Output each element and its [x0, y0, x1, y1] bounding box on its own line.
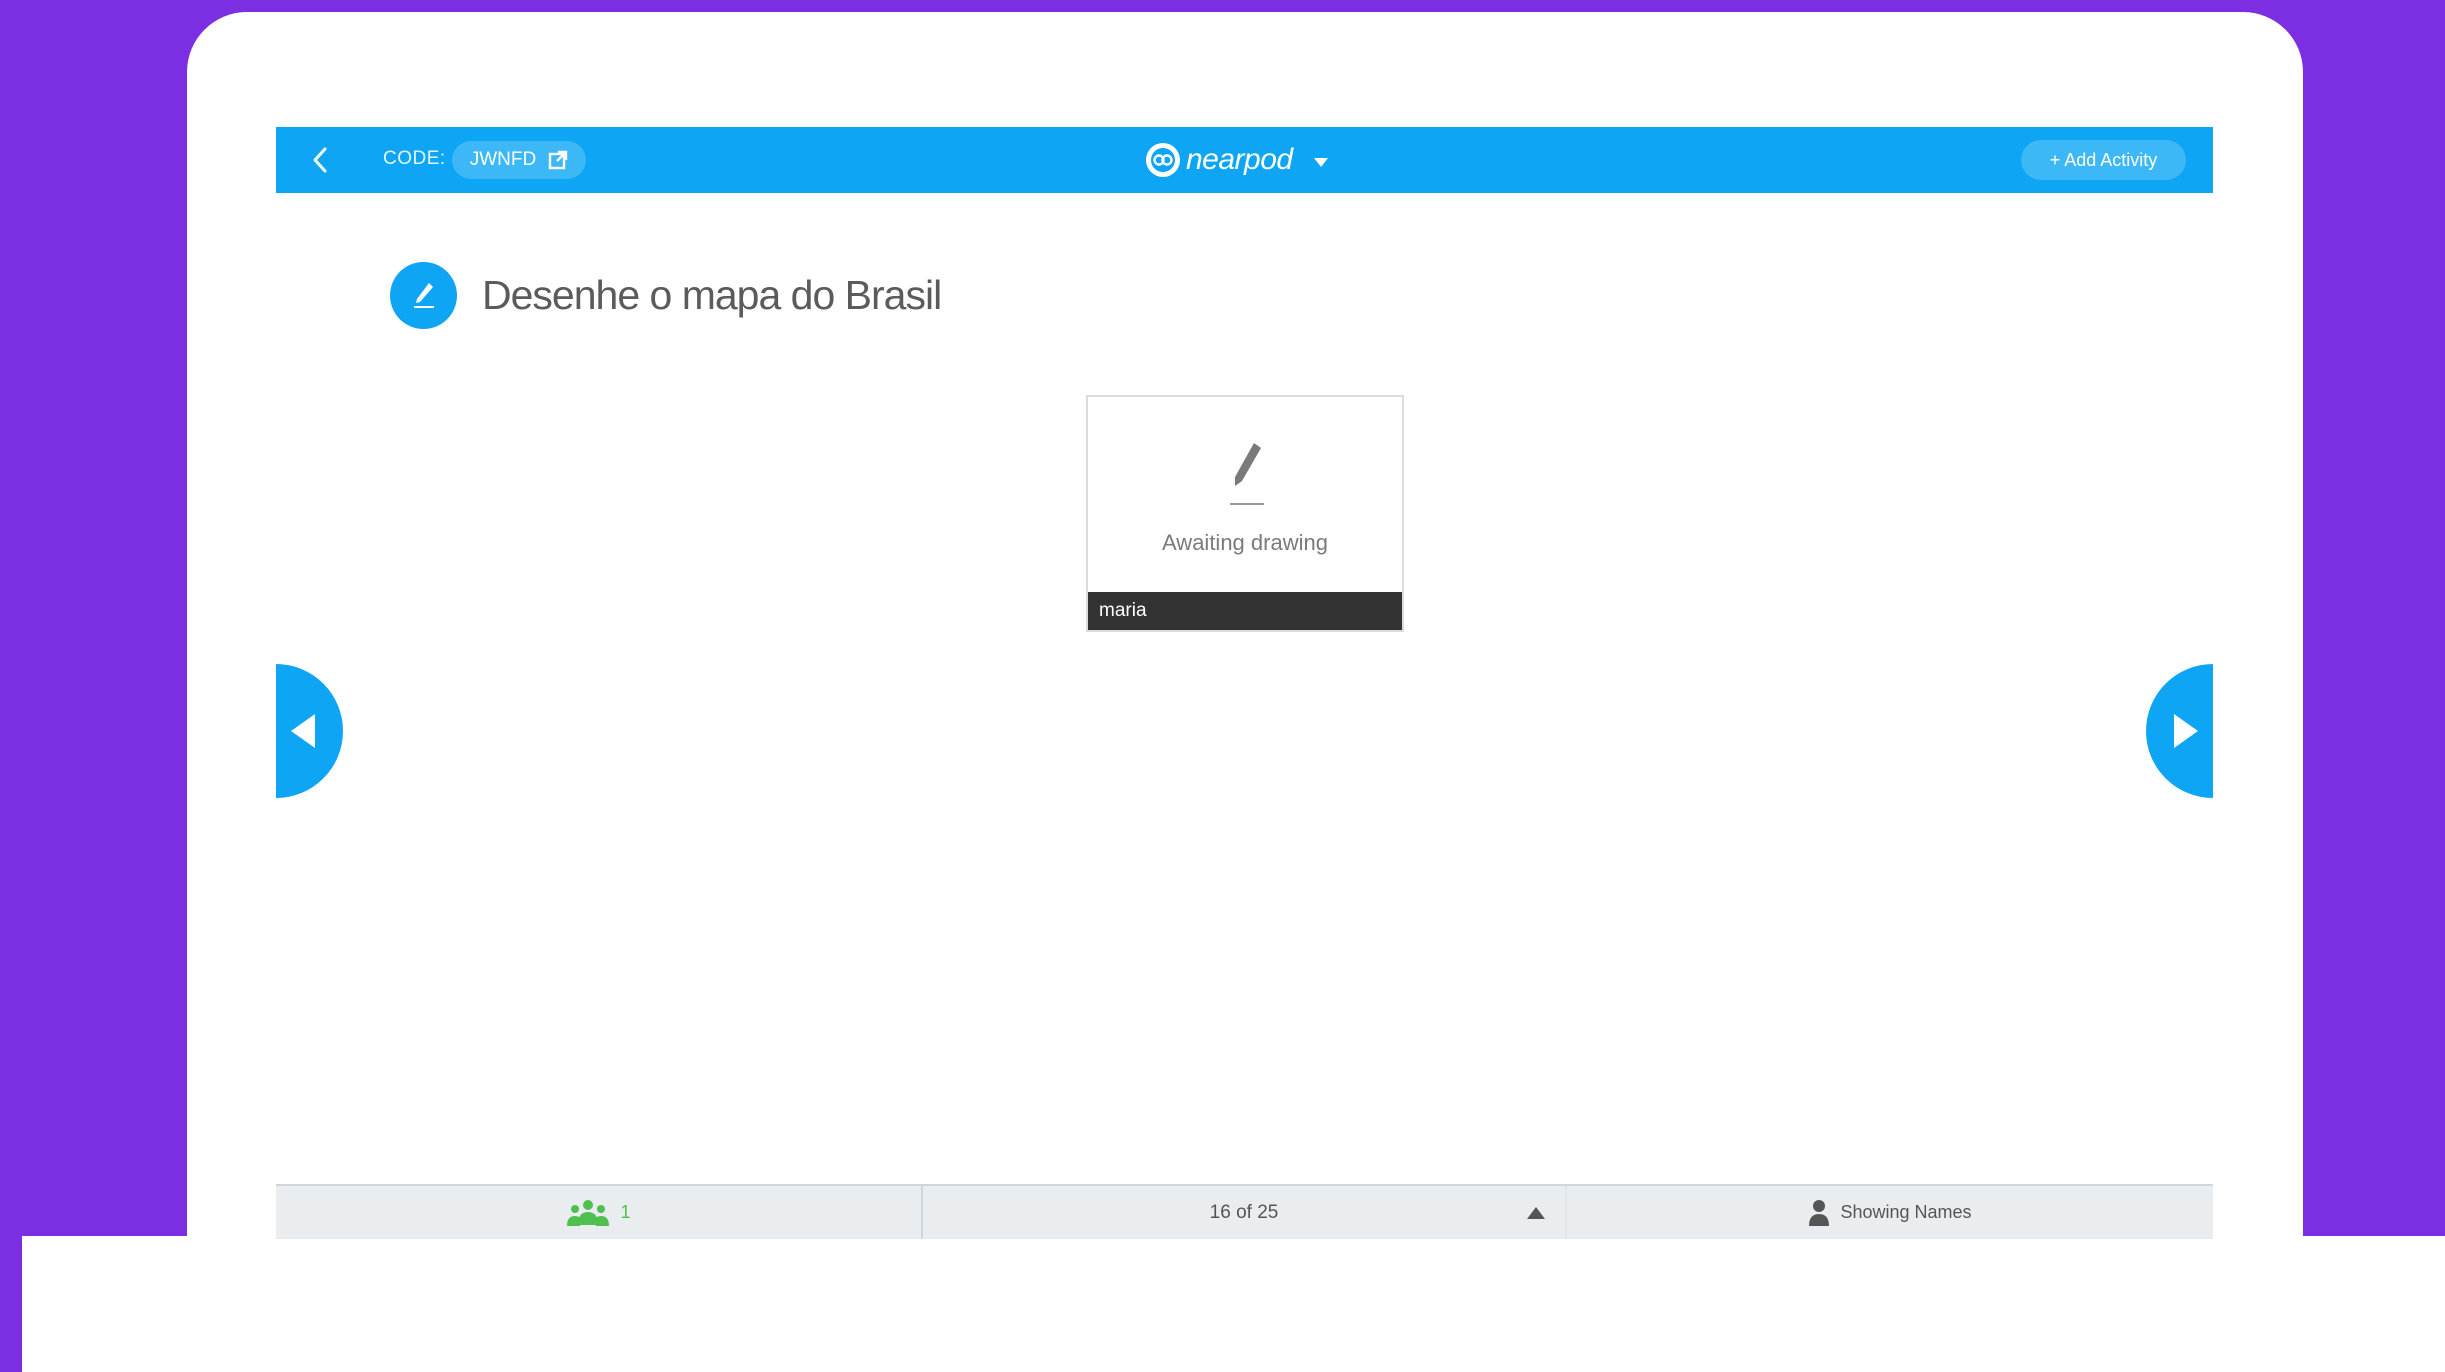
- slide-header: Desenhe o mapa do Brasil: [390, 260, 942, 330]
- previous-slide-button[interactable]: [276, 664, 343, 798]
- back-button[interactable]: [302, 142, 338, 178]
- session-code: JWNFD: [469, 149, 537, 170]
- external-link-icon: [549, 150, 568, 170]
- showing-names-toggle[interactable]: Showing Names: [1567, 1186, 2213, 1239]
- top-bar: CODE: JWNFD nearpod + Add Activity: [276, 127, 2213, 193]
- brand-menu[interactable]: nearpod: [1146, 140, 1329, 180]
- students-count: 1: [620, 1202, 631, 1222]
- next-slide-button[interactable]: [2146, 664, 2213, 798]
- student-response-card[interactable]: Awaiting drawing maria: [1086, 395, 1404, 632]
- session-code-pill[interactable]: JWNFD: [452, 141, 586, 179]
- caret-down-icon: [1313, 158, 1328, 167]
- page-selector[interactable]: 16 of 25: [923, 1186, 1567, 1239]
- pencil-icon: [390, 261, 457, 329]
- arrow-right-icon: [2174, 714, 2198, 748]
- person-icon: [1809, 1199, 1830, 1226]
- bottom-bar: 1 16 of 25 Showing Names: [276, 1184, 2213, 1239]
- code-label: CODE:: [383, 148, 446, 169]
- arrow-left-icon: [291, 714, 315, 748]
- add-activity-button[interactable]: + Add Activity: [2021, 140, 2186, 180]
- students-button[interactable]: 1: [276, 1186, 923, 1239]
- drawing-pencil-icon: [1230, 443, 1264, 505]
- brand-name: nearpod: [1186, 143, 1293, 176]
- laptop-base: [22, 1236, 2445, 1372]
- nearpod-logo-icon: [1146, 143, 1180, 177]
- students-group-icon: [567, 1199, 610, 1226]
- response-status: Awaiting drawing: [1162, 530, 1328, 555]
- slide-title: Desenhe o mapa do Brasil: [482, 271, 942, 318]
- showing-names-label: Showing Names: [1840, 1202, 1972, 1222]
- student-name: maria: [1088, 592, 1402, 630]
- page-indicator: 16 of 25: [1209, 1201, 1279, 1223]
- nearpod-app-window: CODE: JWNFD nearpod + Add Activity Desen…: [276, 127, 2213, 1239]
- caret-up-icon: [1527, 1207, 1545, 1219]
- chevron-left-icon: [313, 147, 327, 173]
- stage: CODE: JWNFD nearpod + Add Activity Desen…: [0, 0, 2445, 1372]
